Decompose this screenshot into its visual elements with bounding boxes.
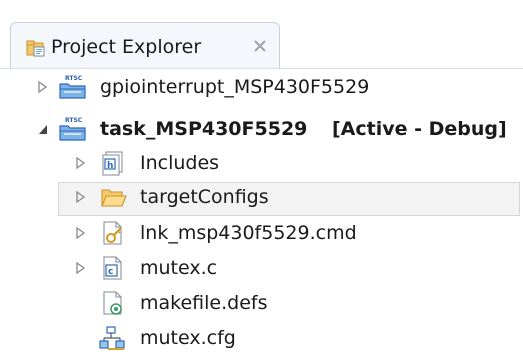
svg-text:RTSC: RTSC: [65, 75, 83, 82]
c-file-icon: c: [98, 254, 128, 282]
tab-title: Project Explorer: [51, 36, 202, 58]
tree-item-makefile-defs[interactable]: makefile.defs: [0, 286, 523, 320]
tree-item-label: gpiointerrupt_MSP430F5529: [100, 76, 370, 98]
collapsed-arrow-icon[interactable]: [74, 155, 88, 171]
tree-item-targetconfigs[interactable]: targetConfigs: [0, 180, 523, 214]
config-file-icon: [98, 324, 128, 352]
makefile-defs-icon: [98, 289, 128, 317]
linker-cmd-file-icon: [98, 219, 128, 247]
tree-item-label: targetConfigs: [140, 186, 269, 208]
tree-item-label: task_MSP430F5529: [100, 118, 308, 140]
tree-item-includes[interactable]: h Includes: [0, 146, 523, 180]
svg-text:RTSC: RTSC: [65, 117, 83, 124]
tree-item-gpiointerrupt[interactable]: RTSC gpiointerrupt_MSP430F5529: [0, 70, 523, 104]
svg-text:c: c: [108, 267, 113, 277]
tree-item-linker-cmd[interactable]: lnk_msp430f5529.cmd: [0, 216, 523, 250]
project-explorer-panel: Project Explorer RTSC gpiointerrupt_MSP4…: [0, 0, 523, 358]
tree-item-label: mutex.c: [140, 257, 218, 279]
collapsed-arrow-icon[interactable]: [74, 189, 88, 205]
includes-icon: h: [98, 149, 128, 177]
tree-item-task-project[interactable]: RTSC task_MSP430F5529 [Active - Debug]: [0, 112, 523, 146]
project-explorer-tab[interactable]: Project Explorer: [10, 22, 280, 68]
tree-item-label: mutex.cfg: [140, 327, 236, 349]
tree-item-label: lnk_msp430f5529.cmd: [140, 222, 357, 244]
folder-icon: [98, 183, 128, 211]
toolbar-strip: [0, 0, 523, 22]
tree-item-mutex-cfg[interactable]: mutex.cfg: [0, 321, 523, 355]
collapsed-arrow-icon[interactable]: [74, 225, 88, 241]
collapsed-arrow-icon[interactable]: [74, 260, 88, 276]
expanded-arrow-icon[interactable]: [36, 121, 50, 137]
rtsc-project-icon: RTSC: [58, 73, 88, 101]
tree-item-label: makefile.defs: [140, 292, 268, 314]
tree-item-mutex-c[interactable]: c mutex.c: [0, 251, 523, 285]
project-explorer-icon: [25, 37, 47, 59]
close-tab-icon[interactable]: [251, 37, 269, 55]
tab-underline: [0, 68, 523, 69]
rtsc-project-icon: RTSC: [58, 115, 88, 143]
tree-item-label: Includes: [140, 152, 220, 174]
svg-text:h: h: [107, 161, 113, 171]
collapsed-arrow-icon[interactable]: [36, 79, 50, 95]
active-config-label: [Active - Debug]: [332, 118, 507, 140]
